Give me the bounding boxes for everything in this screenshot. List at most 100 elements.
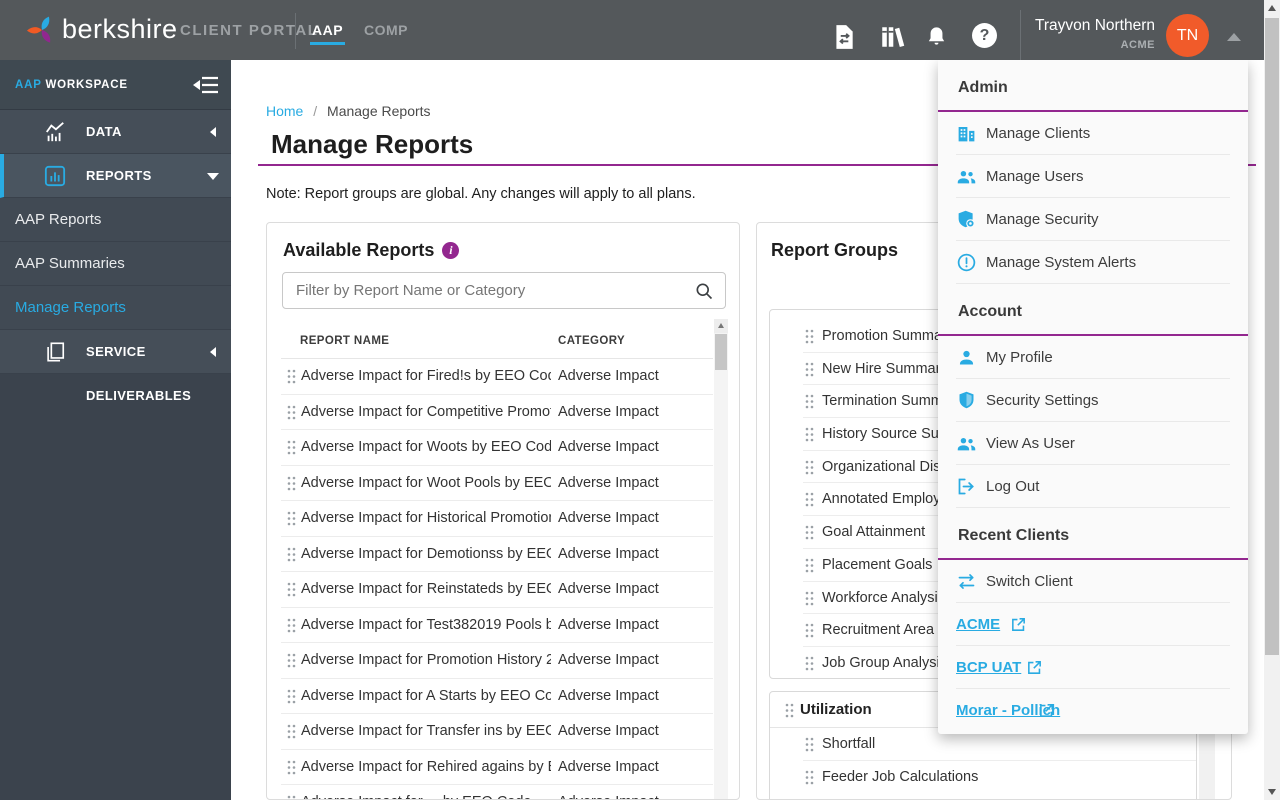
- menu-item-manage-users[interactable]: Manage Users: [938, 155, 1248, 198]
- scroll-down-button[interactable]: [1264, 784, 1280, 800]
- page-title: Manage Reports: [271, 129, 474, 159]
- page-scrollbar[interactable]: [1264, 0, 1280, 800]
- library-icon[interactable]: [879, 24, 905, 50]
- table-row[interactable]: Adverse Impact for Historical Promotion …: [281, 501, 713, 537]
- chevron-up-icon[interactable]: [1227, 33, 1241, 41]
- external-link-icon: [1028, 661, 1041, 674]
- menu-item-log-out[interactable]: Log Out: [938, 465, 1248, 508]
- menu-section-account: Account: [938, 284, 1248, 336]
- drag-handle-icon[interactable]: [287, 760, 296, 775]
- sidebar-item-aap-summaries[interactable]: AAP Summaries: [0, 242, 231, 286]
- drag-handle-icon[interactable]: [805, 460, 814, 475]
- external-link-icon: [1040, 704, 1053, 717]
- notifications-bell-icon[interactable]: [925, 25, 948, 48]
- table-header: REPORT NAME CATEGORY: [281, 325, 713, 359]
- drag-handle-icon[interactable]: [287, 369, 296, 384]
- page-note: Note: Report groups are global. Any chan…: [266, 186, 696, 202]
- drag-handle-icon[interactable]: [805, 558, 814, 573]
- group-item-label: Placement Goals: [822, 556, 933, 573]
- drag-handle-icon[interactable]: [805, 623, 814, 638]
- drag-handle-icon[interactable]: [805, 525, 814, 540]
- table-row[interactable]: Adverse Impact for Fired!s by EEO Code A…: [281, 359, 713, 395]
- drag-handle-icon[interactable]: [287, 476, 296, 491]
- sidebar-item-data-visualizations[interactable]: DATA VISUALIZATIONS: [0, 110, 231, 183]
- sidebar-item-aap-reports[interactable]: AAP Reports: [0, 198, 231, 242]
- info-icon[interactable]: i: [442, 242, 460, 259]
- report-group-item[interactable]: Feeder Job Calculations: [770, 761, 1196, 794]
- drag-handle-icon[interactable]: [287, 653, 296, 668]
- report-category: Adverse Impact: [558, 687, 659, 704]
- table-row[interactable]: Adverse Impact for Transfer ins by EEO C…: [281, 714, 713, 750]
- drag-handle-icon[interactable]: [805, 492, 814, 507]
- table-row[interactable]: Adverse Impact for Competitive Promotion…: [281, 395, 713, 430]
- client-link[interactable]: BCP UAT: [956, 646, 1021, 689]
- documents-stack-icon: [47, 342, 65, 362]
- drag-handle-icon[interactable]: [287, 795, 296, 799]
- shield-icon: [959, 391, 974, 409]
- table-row[interactable]: Adverse Impact for A Starts by EEO Code …: [281, 679, 713, 714]
- table-row[interactable]: Adverse Impact for Reinstateds by EEO Co…: [281, 572, 713, 608]
- drag-handle-icon[interactable]: [805, 591, 814, 606]
- drag-handle-icon[interactable]: [287, 618, 296, 633]
- avatar[interactable]: TN: [1166, 14, 1209, 57]
- menu-item-manage-security[interactable]: Manage Security: [938, 198, 1248, 241]
- drag-handle-icon[interactable]: [287, 440, 296, 455]
- drag-handle-icon[interactable]: [287, 582, 296, 597]
- scroll-up-button[interactable]: [714, 319, 728, 333]
- drag-handle-icon[interactable]: [805, 656, 814, 671]
- plan-transfer-icon[interactable]: [831, 24, 857, 50]
- tab-comp[interactable]: COMP: [364, 0, 408, 60]
- menu-item-client-morar-pollich[interactable]: Morar - Pollich: [938, 689, 1248, 732]
- drag-handle-icon[interactable]: [805, 427, 814, 442]
- filter-input[interactable]: [283, 273, 725, 308]
- drag-handle-icon[interactable]: [805, 770, 814, 785]
- drag-handle-icon[interactable]: [287, 405, 296, 420]
- drag-handle-icon[interactable]: [805, 362, 814, 377]
- drag-handle-icon[interactable]: [287, 689, 296, 704]
- table-row[interactable]: Adverse Impact for Demotionss by EEO Cod…: [281, 537, 713, 572]
- drag-handle-icon[interactable]: [785, 703, 794, 718]
- group-item-label: New Hire Summary: [822, 360, 948, 377]
- search-icon[interactable]: [694, 281, 714, 301]
- table-scrollbar[interactable]: [714, 319, 728, 799]
- menu-item-view-as-user[interactable]: View As User: [938, 422, 1248, 465]
- table-scrollbar-thumb[interactable]: [715, 334, 727, 370]
- drag-handle-icon[interactable]: [805, 737, 814, 752]
- table-row[interactable]: Adverse Impact for Rehired agains by EEO…: [281, 750, 713, 785]
- menu-item-client-acme[interactable]: ACME: [938, 603, 1248, 646]
- table-row[interactable]: Adverse Impact for ... by EEO Code Adver…: [281, 785, 713, 799]
- breadcrumb-home-link[interactable]: Home: [266, 103, 303, 119]
- sidebar-item-service-deliverables[interactable]: SERVICE DELIVERABLES: [0, 330, 231, 403]
- table-row[interactable]: Adverse Impact for Promotion History 201…: [281, 643, 713, 679]
- table-row[interactable]: Adverse Impact for Woot Pools by EEO Cod…: [281, 466, 713, 501]
- report-category: Adverse Impact: [558, 723, 659, 739]
- drag-handle-icon[interactable]: [805, 394, 814, 409]
- menu-item-client-bcp-uat[interactable]: BCP UAT: [938, 646, 1248, 689]
- scroll-up-button[interactable]: [1264, 0, 1280, 16]
- report-category: Adverse Impact: [558, 403, 659, 420]
- tab-aap[interactable]: AAP: [309, 0, 346, 60]
- report-name: Adverse Impact for Competitive Promotion…: [301, 403, 551, 420]
- drag-handle-icon[interactable]: [287, 511, 296, 526]
- table-row[interactable]: Adverse Impact for Test382019 Pools by E…: [281, 608, 713, 643]
- sidebar-collapse-icon[interactable]: [192, 76, 218, 94]
- report-category: Adverse Impact: [558, 545, 659, 562]
- drag-handle-icon[interactable]: [287, 547, 296, 562]
- menu-item-security-settings[interactable]: Security Settings: [938, 379, 1248, 422]
- menu-section-recent-clients: Recent Clients: [938, 508, 1248, 560]
- drag-handle-icon[interactable]: [805, 329, 814, 344]
- client-link[interactable]: ACME: [956, 603, 1000, 646]
- drag-handle-icon[interactable]: [287, 724, 296, 739]
- report-category: Adverse Impact: [558, 510, 659, 526]
- help-icon[interactable]: ?: [972, 23, 997, 48]
- available-reports-panel: Available Reportsi REPORT NAME CATEGORY …: [266, 222, 740, 800]
- page-scrollbar-thumb[interactable]: [1265, 18, 1279, 655]
- menu-item-manage-system-alerts[interactable]: Manage System Alerts: [938, 241, 1248, 284]
- table-row[interactable]: Adverse Impact for Woots by EEO Code Adv…: [281, 430, 713, 466]
- menu-item-switch-client[interactable]: Switch Client: [938, 560, 1248, 603]
- brand-name: berkshire: [62, 14, 178, 44]
- menu-item-my-profile[interactable]: My Profile: [938, 336, 1248, 379]
- sidebar-item-reports[interactable]: REPORTS: [0, 154, 231, 198]
- menu-item-manage-clients[interactable]: Manage Clients: [938, 112, 1248, 155]
- sidebar-item-manage-reports[interactable]: Manage Reports: [0, 286, 231, 330]
